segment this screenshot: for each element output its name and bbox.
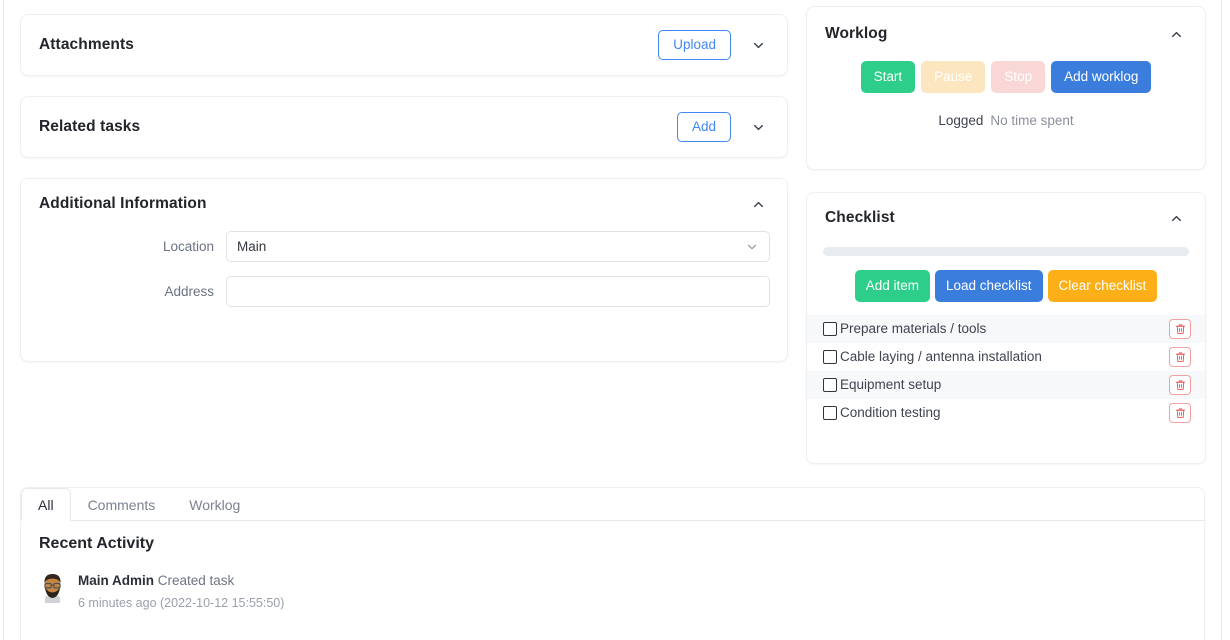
activity-entry-line: Main Admin Created task xyxy=(78,573,284,588)
worklog-title: Worklog xyxy=(825,25,888,42)
additional-information-title: Additional Information xyxy=(39,195,207,212)
delete-checklist-item-button[interactable] xyxy=(1169,402,1191,423)
checklist-items: Prepare materials / tools Cable laying /… xyxy=(807,314,1205,427)
location-row: Location Main xyxy=(21,231,787,262)
add-item-button[interactable]: Add item xyxy=(854,270,930,302)
checklist-item: Prepare materials / tools xyxy=(807,314,1205,343)
worklog-pause-button[interactable]: Pause xyxy=(921,61,986,93)
worklog-start-button[interactable]: Start xyxy=(860,61,916,93)
tab-comments[interactable]: Comments xyxy=(71,488,173,521)
checklist-title: Checklist xyxy=(825,209,895,226)
activity-card: All Comments Worklog Recent Activity Mai… xyxy=(20,487,1205,640)
load-checklist-button[interactable]: Load checklist xyxy=(934,270,1043,302)
page-left-divider xyxy=(3,0,4,640)
checklist-item-checkbox[interactable] xyxy=(823,377,837,392)
activity-entry-text: Main Admin Created task 6 minutes ago (2… xyxy=(78,571,284,610)
checklist-item-label: Cable laying / antenna installation xyxy=(840,349,1042,365)
address-field-wrap xyxy=(226,276,770,307)
chevron-down-icon xyxy=(745,240,759,254)
clear-checklist-button[interactable]: Clear checklist xyxy=(1047,270,1158,302)
activity-timestamp: 6 minutes ago (2022-10-12 15:55:50) xyxy=(78,596,285,610)
related-tasks-title: Related tasks xyxy=(39,118,141,135)
checklist-item-label: Equipment setup xyxy=(840,377,942,393)
checklist-item-label: Prepare materials / tools xyxy=(840,321,987,337)
worklog-stop-button[interactable]: Stop xyxy=(991,61,1046,93)
related-tasks-card: Related tasks Add xyxy=(20,96,788,158)
tab-worklog[interactable]: Worklog xyxy=(172,488,257,521)
checklist-item-checkbox[interactable] xyxy=(823,405,837,420)
location-select[interactable]: Main xyxy=(226,231,770,262)
checklist-item: Equipment setup xyxy=(807,370,1205,399)
checklist-progress-bar xyxy=(823,247,1189,256)
address-row: Address xyxy=(21,276,787,307)
checklist-item: Cable laying / antenna installation xyxy=(807,343,1205,371)
tab-all[interactable]: All xyxy=(21,488,71,521)
additional-information-card: Additional Information Location Main Add… xyxy=(20,178,788,362)
activity-user: Main Admin xyxy=(78,573,154,588)
add-related-task-button[interactable]: Add xyxy=(676,112,731,142)
activity-entry: Main Admin Created task 6 minutes ago (2… xyxy=(39,571,1186,610)
chevron-up-icon[interactable] xyxy=(747,193,769,215)
worklog-button-group: Start Pause Stop Add worklog xyxy=(807,61,1205,93)
delete-checklist-item-button[interactable] xyxy=(1169,318,1191,339)
avatar xyxy=(39,571,66,605)
checklist-item-label: Condition testing xyxy=(840,405,941,421)
checklist-button-group: Add item Load checklist Clear checklist xyxy=(807,270,1205,302)
location-label: Location xyxy=(162,239,214,254)
checklist-item: Condition testing xyxy=(807,399,1205,427)
page-right-divider xyxy=(1221,0,1222,640)
delete-checklist-item-button[interactable] xyxy=(1169,374,1191,395)
add-worklog-button[interactable]: Add worklog xyxy=(1051,61,1152,93)
related-tasks-header: Related tasks Add xyxy=(21,97,787,157)
chevron-up-icon[interactable] xyxy=(1165,23,1187,45)
activity-body: Recent Activity Main Admin Created task … xyxy=(21,521,1204,610)
logged-value: No time spent xyxy=(990,112,1074,128)
chevron-down-icon[interactable] xyxy=(747,34,769,56)
checklist-card: Checklist Add item Load checklist Clear … xyxy=(806,192,1206,464)
upload-button[interactable]: Upload xyxy=(658,30,731,60)
checklist-item-checkbox[interactable] xyxy=(823,349,837,364)
location-value: Main xyxy=(237,239,267,254)
attachments-title: Attachments xyxy=(39,36,134,53)
activity-tabs: All Comments Worklog xyxy=(21,488,1204,521)
chevron-up-icon[interactable] xyxy=(1165,207,1187,229)
attachments-card: Attachments Upload xyxy=(20,14,788,76)
recent-activity-heading: Recent Activity xyxy=(39,535,154,552)
worklog-card: Worklog Start Pause Stop Add worklog Log… xyxy=(806,6,1206,170)
chevron-down-icon[interactable] xyxy=(747,116,769,138)
delete-checklist-item-button[interactable] xyxy=(1169,346,1191,367)
additional-information-header: Additional Information xyxy=(21,179,787,215)
activity-action: Created task xyxy=(157,573,235,588)
worklog-logged-row: Logged No time spent xyxy=(807,113,1205,128)
checklist-item-checkbox[interactable] xyxy=(823,321,837,336)
address-input[interactable] xyxy=(237,283,759,300)
logged-label: Logged xyxy=(938,112,984,128)
worklog-header: Worklog xyxy=(807,7,1205,45)
address-label: Address xyxy=(164,284,214,299)
attachments-header: Attachments Upload xyxy=(21,15,787,75)
task-detail-page: Attachments Upload Related tasks Add Add… xyxy=(0,0,1230,640)
checklist-header: Checklist xyxy=(807,193,1205,229)
